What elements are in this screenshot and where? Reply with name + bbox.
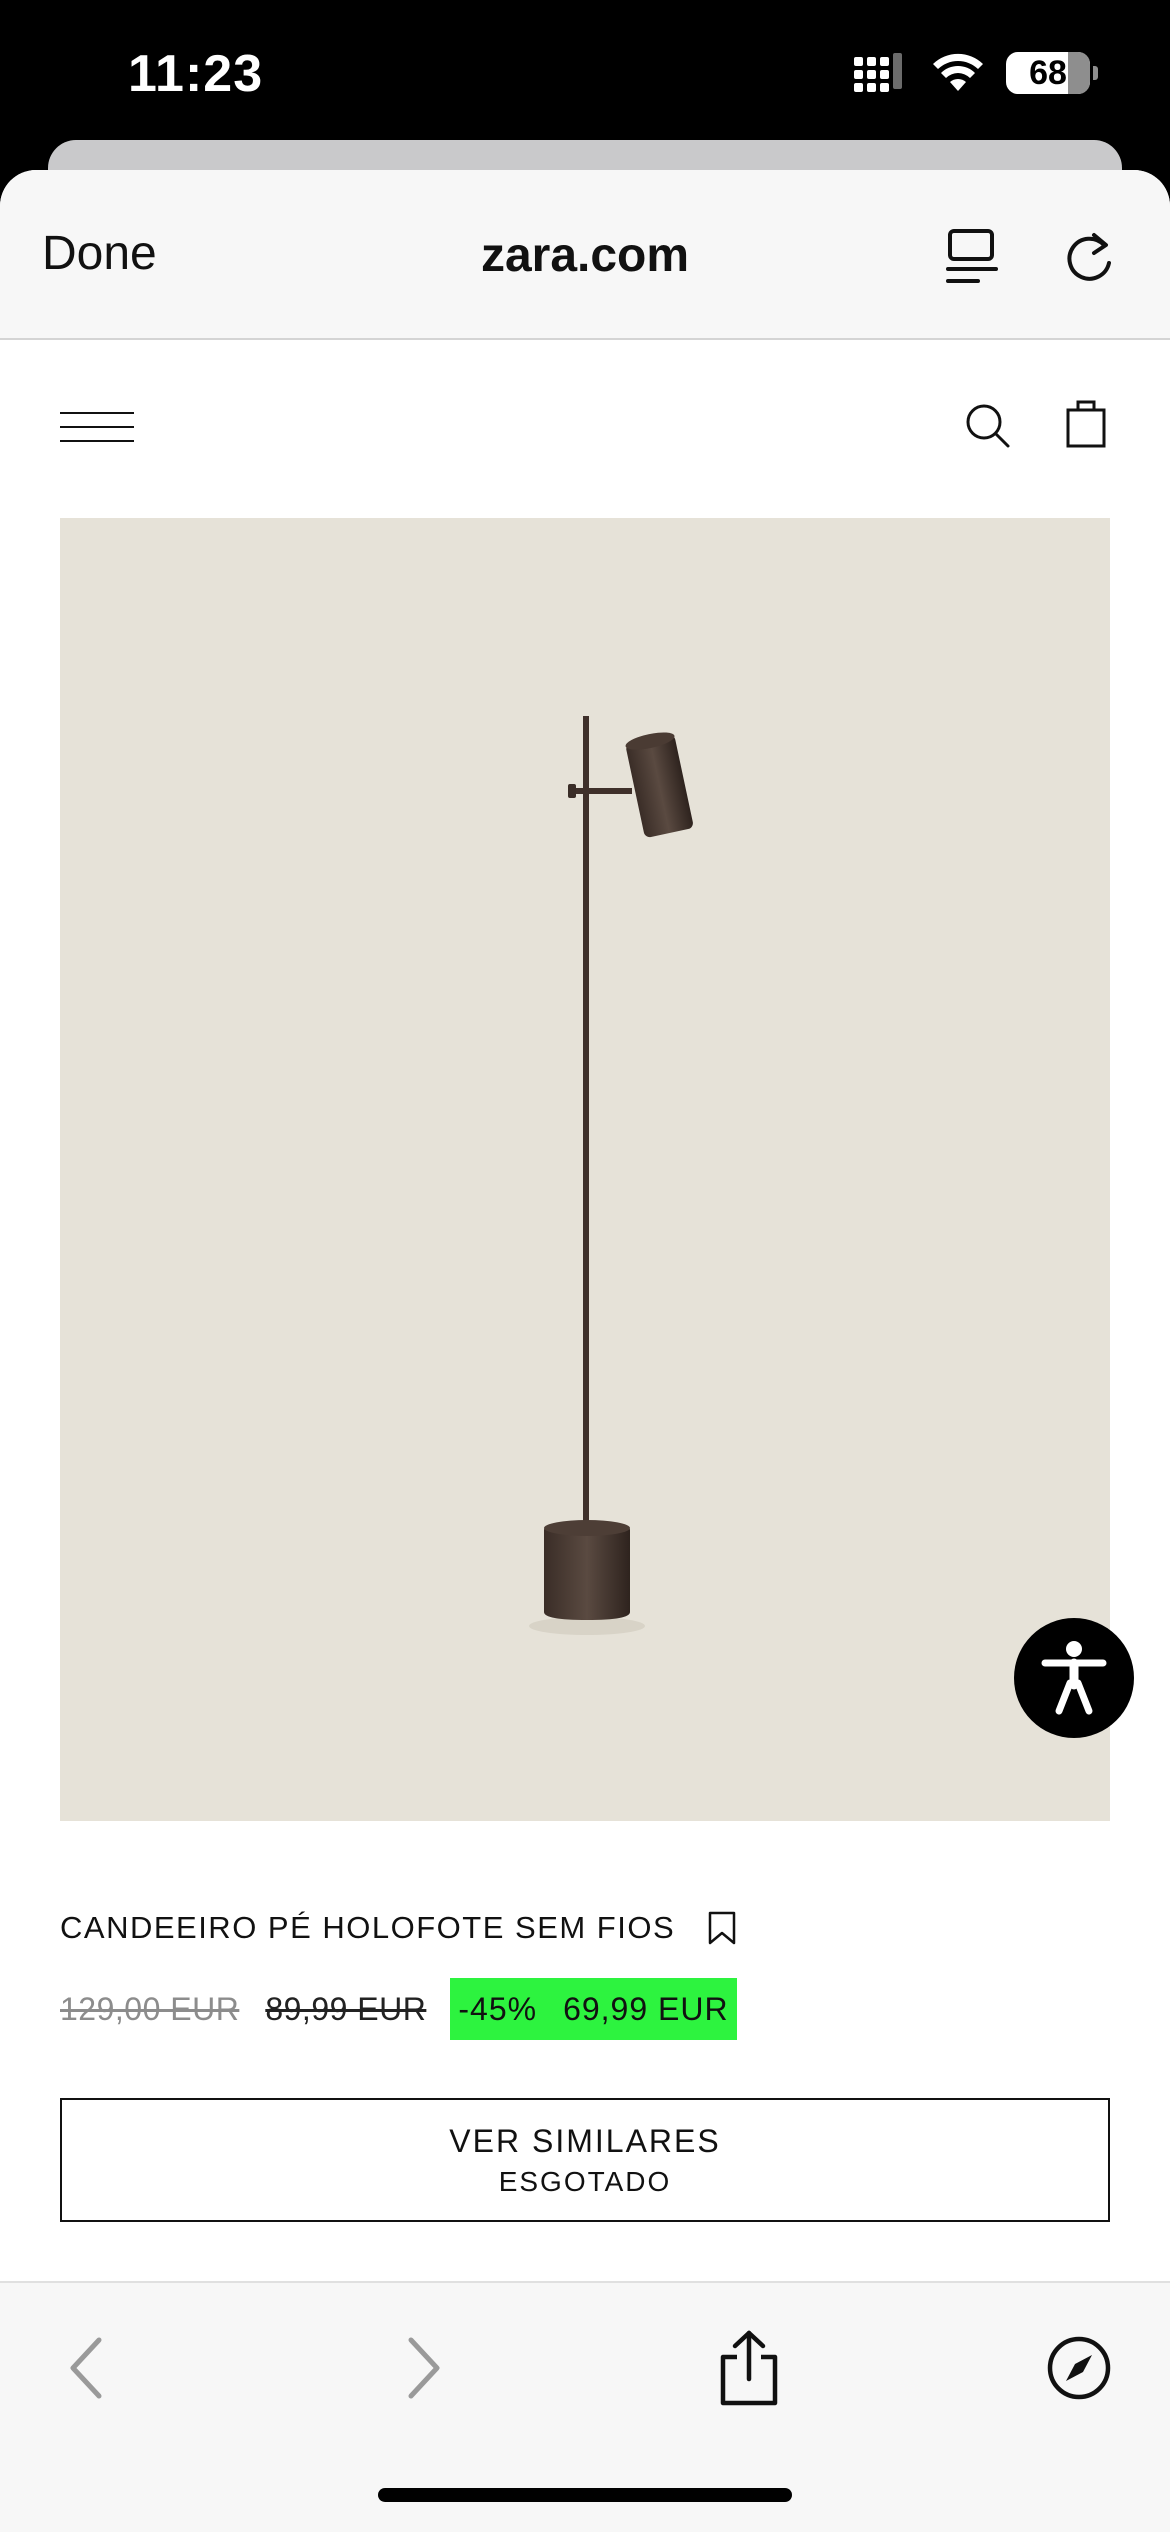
browser-header: Done zara.com	[0, 170, 1170, 340]
shopping-bag-icon[interactable]	[1066, 398, 1106, 448]
compass-icon[interactable]	[1034, 2323, 1124, 2413]
forward-arrow-icon[interactable]	[378, 2323, 468, 2413]
share-icon[interactable]	[704, 2323, 794, 2413]
browser-sheet: Done zara.com CANDEEIRO PÉ HOLOFOTE SEM …	[0, 170, 1170, 2532]
product-name: CANDEEIRO PÉ HOLOFOTE SEM FIOS	[60, 1910, 676, 1945]
previous-price: 89,99 EUR	[265, 1990, 427, 2027]
current-price: 69,99 EUR	[563, 1990, 729, 2027]
product-title-row: CANDEEIRO PÉ HOLOFOTE SEM FIOS	[60, 1910, 737, 1946]
status-time: 11:23	[128, 45, 264, 103]
sale-price-badge: -45% 69,99 EUR	[450, 1978, 737, 2040]
status-bar: 11:23 68	[0, 0, 1170, 150]
discount-percent: -45%	[458, 1990, 538, 2027]
battery-level: 68	[1029, 53, 1067, 92]
accessibility-button[interactable]	[1014, 1618, 1134, 1738]
reader-mode-icon[interactable]	[937, 222, 1007, 292]
reload-icon[interactable]	[1055, 222, 1125, 292]
site-nav	[0, 340, 1170, 510]
wifi-icon	[933, 53, 983, 91]
accessibility-icon	[1041, 1641, 1107, 1715]
home-indicator[interactable]	[378, 2488, 792, 2502]
back-arrow-icon[interactable]	[42, 2323, 132, 2413]
see-similar-button[interactable]: VER SIMILARES ESGOTADO	[60, 2098, 1110, 2222]
search-icon[interactable]	[964, 402, 1012, 450]
battery-icon: 68	[1006, 52, 1098, 94]
see-similar-label: VER SIMILARES	[449, 2122, 721, 2159]
menu-icon[interactable]	[60, 412, 134, 444]
product-image[interactable]	[60, 518, 1110, 1821]
original-price: 129,00 EUR	[60, 1990, 240, 2027]
sold-out-label: ESGOTADO	[498, 2165, 672, 2197]
bookmark-icon[interactable]	[707, 1911, 737, 1945]
cellular-signal-icon	[854, 53, 902, 92]
price-row: 129,00 EUR 89,99 EUR -45% 69,99 EUR	[60, 1978, 737, 2040]
status-icons: 68	[852, 52, 1098, 94]
